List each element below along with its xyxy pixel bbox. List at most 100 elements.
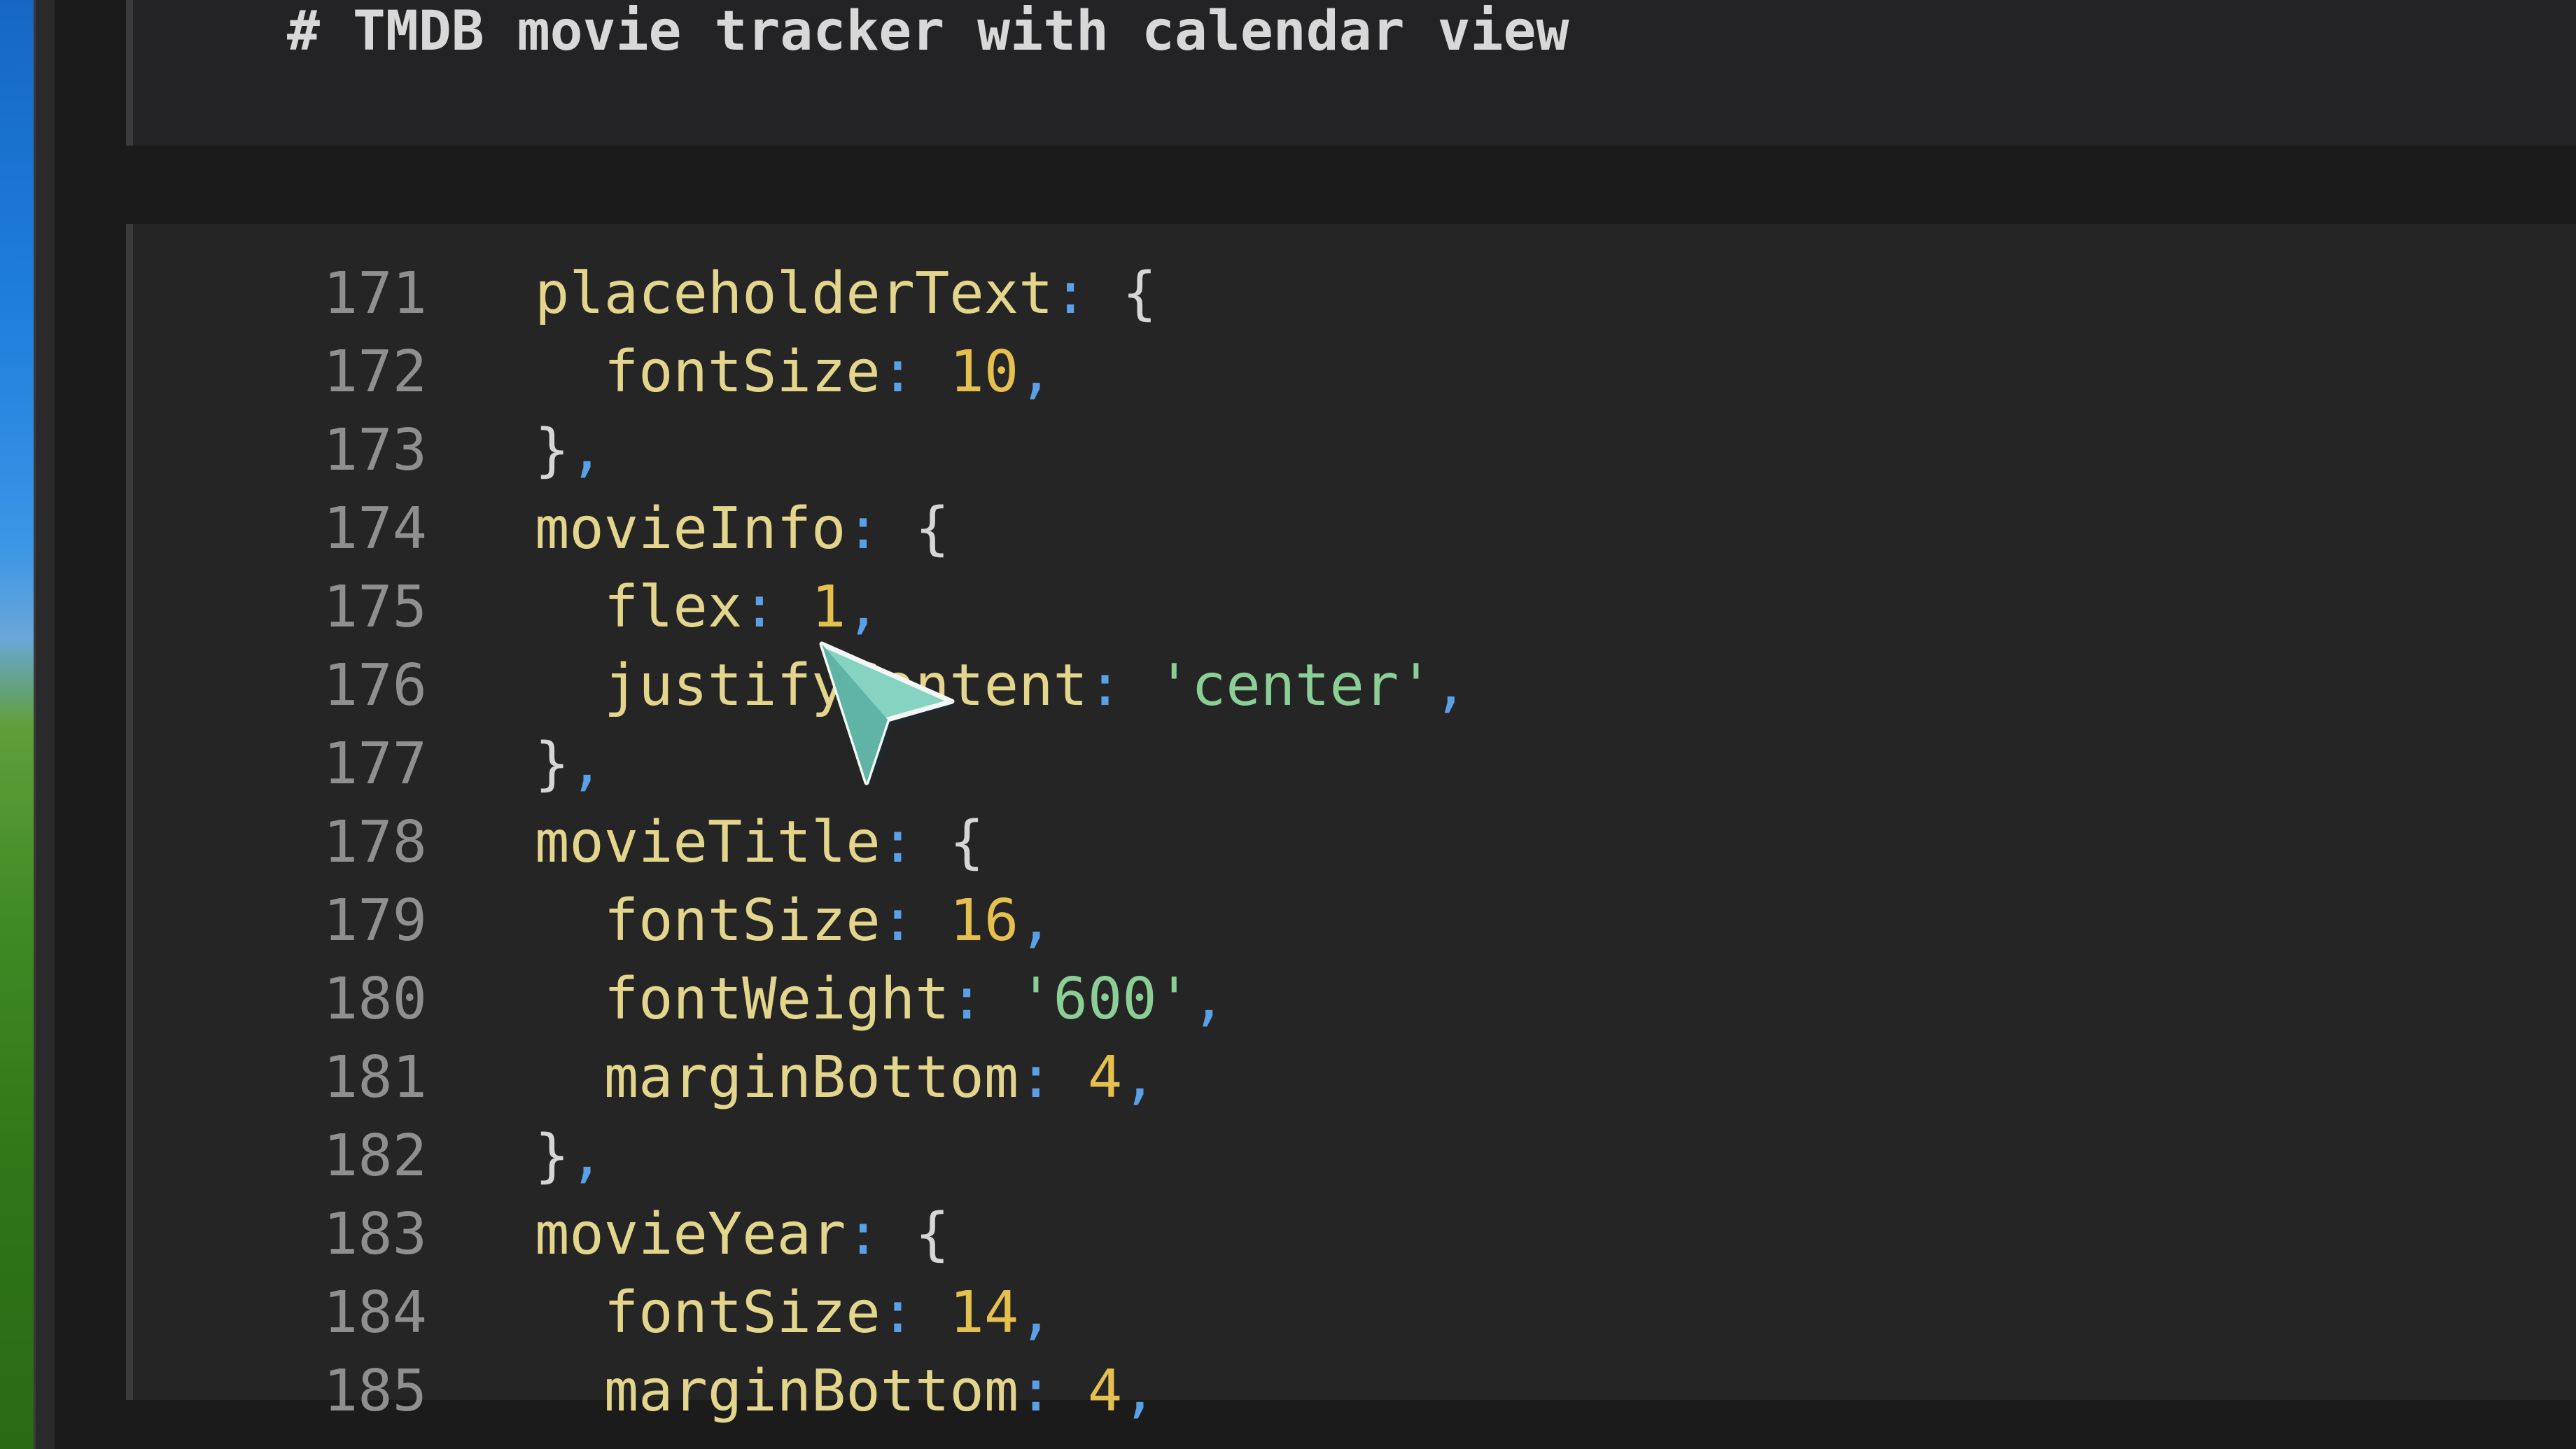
close-brace: } xyxy=(535,731,570,797)
prompt-gutter-bar xyxy=(126,0,133,146)
style-property: flex xyxy=(603,574,743,640)
code-colon: : xyxy=(1018,1358,1088,1424)
code-panel[interactable]: 171 placeholderText: {172 fontSize: 10, 17… xyxy=(126,224,2576,1424)
code-colon: : xyxy=(1053,260,1123,327)
code-text[interactable]: marginBottom: 4, xyxy=(535,1352,1157,1431)
code-colon: : xyxy=(742,574,811,640)
style-value: 1 xyxy=(811,574,846,640)
open-brace: { xyxy=(915,1201,950,1268)
style-value: 10 xyxy=(949,339,1019,405)
close-brace: } xyxy=(535,417,570,484)
style-property: fontSize xyxy=(603,339,881,405)
style-property: marginBottom xyxy=(603,1358,1019,1424)
style-value: 4 xyxy=(1087,1044,1123,1111)
style-property: movieInfo xyxy=(535,496,846,562)
line-number: 177 xyxy=(323,731,427,797)
editor-window: # TMDB movie tracker with calendar view … xyxy=(55,0,2576,1449)
code-colon: : xyxy=(949,966,1019,1032)
prompt-panel: # TMDB movie tracker with calendar view xyxy=(126,0,2576,146)
code-colon: : xyxy=(846,496,916,562)
style-property: fontSize xyxy=(603,1280,881,1346)
code-colon: : xyxy=(880,339,950,405)
code-comma: , xyxy=(1018,1280,1054,1346)
code-line[interactable]: 174 movieInfo: { xyxy=(126,490,2506,568)
line-number: 185 xyxy=(323,1358,427,1424)
line-number: 184 xyxy=(323,1280,427,1346)
code-comma: , xyxy=(1122,1358,1157,1424)
style-property: fontSize xyxy=(603,888,881,954)
code-text[interactable]: }, xyxy=(535,412,604,490)
line-number: 179 xyxy=(323,888,427,954)
code-line[interactable]: 181 marginBottom: 4, xyxy=(126,1039,2506,1117)
code-text[interactable]: justifyContent: 'center', xyxy=(535,647,1468,725)
code-line[interactable]: 171 placeholderText: { xyxy=(126,255,2506,333)
code-text[interactable]: flex: 1, xyxy=(535,568,881,647)
code-text[interactable]: fontSize: 10, xyxy=(535,333,1054,412)
open-brace: { xyxy=(1122,260,1157,327)
code-colon: : xyxy=(846,1201,916,1268)
code-text[interactable]: movieTitle: { xyxy=(535,804,984,882)
desktop-wallpaper xyxy=(0,0,34,1449)
line-number: 182 xyxy=(323,1123,427,1189)
code-line[interactable]: 179 fontSize: 16, xyxy=(126,882,2506,960)
code-text[interactable]: fontSize: 14, xyxy=(535,1274,1054,1352)
code-comma: , xyxy=(569,417,604,484)
open-brace: { xyxy=(915,496,950,562)
line-number: 181 xyxy=(323,1044,427,1111)
code-colon: : xyxy=(1018,1044,1088,1111)
code-text[interactable]: }, xyxy=(535,725,604,804)
code-comma: , xyxy=(846,574,881,640)
line-number: 180 xyxy=(323,966,427,1032)
code-text[interactable]: fontWeight: '600', xyxy=(535,960,1226,1039)
close-brace: } xyxy=(535,1123,570,1189)
code-line[interactable]: 176 justifyContent: 'center', xyxy=(126,647,2506,725)
code-line[interactable]: 178 movieTitle: { xyxy=(126,804,2506,882)
code-line[interactable]: 185 marginBottom: 4, xyxy=(126,1352,2506,1431)
style-property: fontWeight xyxy=(603,966,950,1032)
window-border xyxy=(34,0,57,1449)
code-line[interactable]: 182}, xyxy=(126,1117,2506,1196)
style-value: 4 xyxy=(1087,1358,1123,1424)
code-text[interactable]: placeholderText: { xyxy=(535,255,1157,333)
code-line[interactable]: 177}, xyxy=(126,725,2506,804)
prompt-text[interactable]: # TMDB movie tracker with calendar view xyxy=(287,1,1569,62)
code-text[interactable]: movieYear: { xyxy=(535,1196,949,1274)
code-text[interactable]: movieInfo: { xyxy=(535,490,949,568)
line-number: 173 xyxy=(323,417,427,484)
code-comma: , xyxy=(1018,339,1054,405)
style-property: movieYear xyxy=(535,1201,846,1268)
style-value: 'center' xyxy=(1156,652,1434,719)
open-brace: { xyxy=(949,809,984,876)
code-text[interactable]: fontSize: 16, xyxy=(535,882,1054,960)
style-value: 14 xyxy=(949,1280,1019,1346)
code-colon: : xyxy=(880,888,950,954)
line-number: 183 xyxy=(323,1201,427,1268)
code-comma: , xyxy=(1018,888,1054,954)
line-number: 174 xyxy=(323,496,427,562)
style-property: marginBottom xyxy=(603,1044,1019,1111)
style-value: '600' xyxy=(1018,966,1192,1032)
code-text[interactable]: }, xyxy=(535,1117,604,1196)
style-property: placeholderText xyxy=(535,260,1054,327)
code-colon: : xyxy=(880,809,950,876)
code-line[interactable]: 180 fontWeight: '600', xyxy=(126,960,2506,1039)
style-value: 16 xyxy=(949,888,1019,954)
line-number: 175 xyxy=(323,574,427,640)
code-comma: , xyxy=(569,731,604,797)
code-text[interactable]: marginBottom: 4, xyxy=(535,1039,1157,1117)
code-line[interactable]: 184 fontSize: 14, xyxy=(126,1274,2506,1352)
code-line[interactable]: 172 fontSize: 10, xyxy=(126,333,2506,412)
code-line[interactable]: 175 flex: 1, xyxy=(126,568,2506,647)
code-colon: : xyxy=(880,1280,950,1346)
code-comma: , xyxy=(1191,966,1226,1032)
line-number: 171 xyxy=(323,260,427,327)
code-line[interactable]: 183 movieYear: { xyxy=(126,1196,2506,1274)
line-number: 178 xyxy=(323,809,427,876)
code-line[interactable]: 173}, xyxy=(126,412,2506,490)
